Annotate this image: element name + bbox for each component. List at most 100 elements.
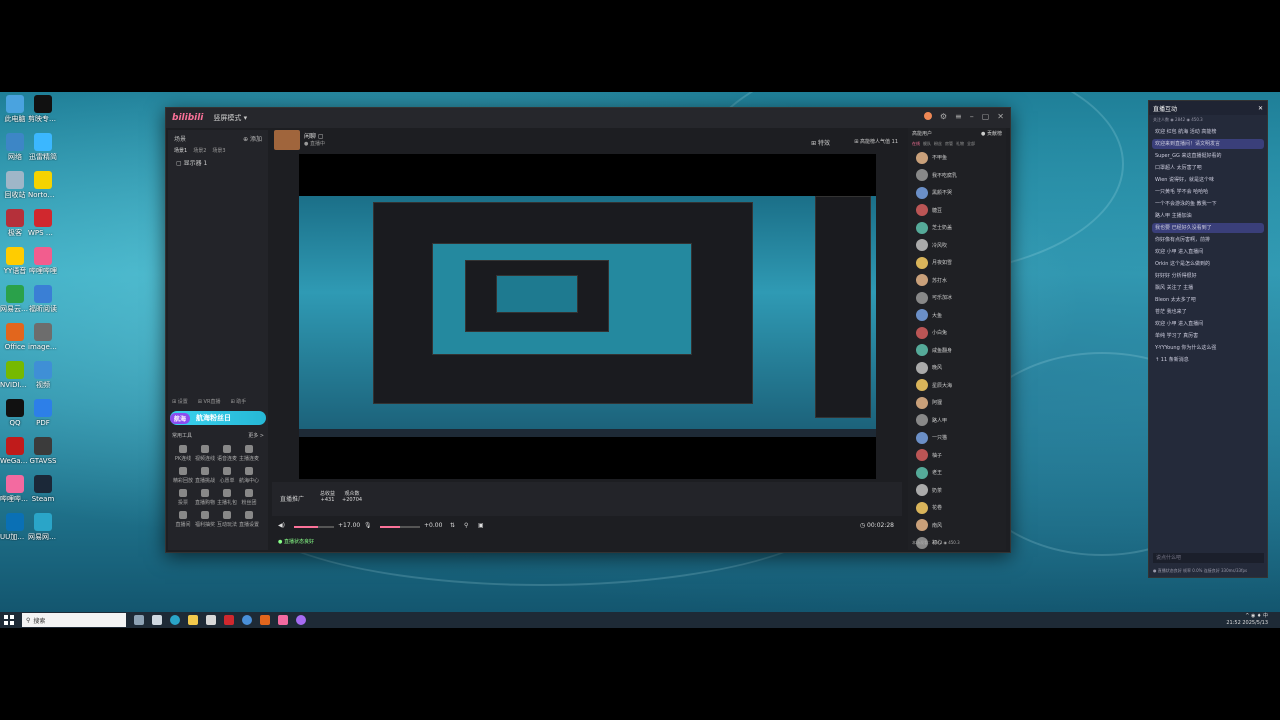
desktop-icon[interactable]: 网易云音乐 [0,285,30,313]
tool-button[interactable]: 投票 [172,486,194,508]
store-icon[interactable] [206,615,216,625]
task-view-icon[interactable] [134,615,144,625]
audience-tab[interactable]: 舰队 [923,141,931,147]
event-banner[interactable]: 航海 航海粉丝日 [170,411,266,425]
desktop-icon[interactable]: 剪映专业版 [28,95,58,123]
desktop-icon[interactable]: 此电脑 [2,95,28,123]
chat-close-icon[interactable]: ✕ [1258,105,1263,112]
audience-row[interactable]: 晚风 [908,359,1006,377]
chat-message[interactable]: Orkin 这个是怎么做到的 [1152,259,1264,269]
wps-icon[interactable] [224,615,234,625]
camera-icon[interactable]: ▣ [478,522,484,529]
chat-message[interactable]: Bleon 太太多了吧 [1152,295,1264,305]
audience-row[interactable]: 糖豆 [908,202,1006,220]
maximize-icon[interactable]: ▢ [982,112,990,121]
audience-row[interactable]: 奶茶 [908,482,1006,500]
audience-row[interactable]: 苏打水 [908,272,1006,290]
menu-icon[interactable]: ≡ [955,112,962,121]
close-icon[interactable]: ✕ [997,112,1004,121]
chat-message[interactable]: 飘风 关注了 主播 [1152,283,1264,293]
desktop-icon[interactable]: Office [2,323,28,351]
desktop-icon[interactable]: UU加速器 [0,513,30,541]
desktop-icon[interactable]: 极客 [2,209,28,237]
stream-preview[interactable] [299,154,876,479]
audience-row[interactable]: 花卷 [908,499,1006,517]
audience-row[interactable]: 月夜如雪 [908,254,1006,272]
scene-tab[interactable]: 场景2 [193,147,206,154]
audience-row[interactable]: 黑颜不哭 [908,184,1006,202]
audience-tab[interactable]: 礼物 [956,141,964,147]
chat-message[interactable]: 一个不会游泳的鱼 教我一下 [1152,199,1264,209]
desktop-icon[interactable]: 视频 [30,361,56,389]
desktop-icon[interactable]: Steam [30,475,56,503]
link-icon[interactable]: ⚲ [464,522,468,529]
chat-message[interactable]: 你好像有点厉害啊，前排 [1152,235,1264,245]
audience-tab[interactable]: 在线 [912,141,920,147]
chat-message[interactable]: ↑ 11 条新消息 [1152,355,1264,365]
tool-button[interactable]: 直播设置 [238,508,260,530]
chat-message[interactable]: Super_GG 来这直播挺好看的 [1152,151,1264,161]
taskbar-search-input[interactable]: ⚲ 搜索 [22,613,126,627]
audience-row[interactable]: 我不吃腐乳 [908,167,1006,185]
chat-message[interactable]: 好好好 分析得很好 [1152,271,1264,281]
chat-input[interactable]: 说点什么吧 [1153,553,1264,563]
scene-item[interactable]: ▢ 显示器 1 [168,154,268,171]
tool-button[interactable]: 直播间 [172,508,194,530]
edge-icon[interactable] [170,615,180,625]
chat-message[interactable]: 口罩超人 太厉害了吧 [1152,163,1264,173]
desktop-icon[interactable]: 网络 [2,133,28,161]
chat-message[interactable]: 单纯 学习了 真厉害 [1152,331,1264,341]
bilibili-icon[interactable] [278,615,288,625]
audience-row[interactable]: 路人甲 [908,412,1006,430]
mail-icon[interactable] [152,615,162,625]
mode-dropdown[interactable]: 竖屏模式 ▾ [213,113,247,123]
chat-message[interactable]: 欢迎来到直播间！请文明发言 [1152,139,1264,149]
audience-row[interactable]: 柚子 [908,447,1006,465]
audience-row[interactable]: 咸鱼翻身 [908,342,1006,360]
audience-row[interactable]: 南风 [908,517,1006,535]
desktop-volume-slider[interactable] [294,526,334,528]
tool-button[interactable]: 主播连麦 [238,442,260,464]
audience-tab[interactable]: 房管 [945,141,953,147]
desktop-icon[interactable]: 哔哩哔哩 [29,247,57,275]
audience-tab[interactable]: 粉丝 [934,141,942,147]
promo-button[interactable]: 直播推广 [280,494,304,503]
audience-row[interactable]: 小白兔 [908,324,1006,342]
scene-tab[interactable]: 场景3 [212,147,225,154]
room-title[interactable]: 闲聊 ▢ [304,131,324,140]
chat-message[interactable]: 我也要 已经好久没看到了 [1152,223,1264,233]
explorer-icon[interactable] [188,615,198,625]
settings-button[interactable]: ⊞ 设置 [172,398,188,405]
tool-button[interactable]: 直播挑战 [194,464,216,486]
chat-message[interactable]: 欢迎 小甲 进入直播间 [1152,319,1264,329]
desktop-icon[interactable]: 哔哩哔哩直播姬 [0,475,30,503]
tool-button[interactable]: 语音连麦 [216,442,238,464]
speaker-icon[interactable]: ◀) [278,522,285,529]
tool-button[interactable]: 心愿单 [216,464,238,486]
chat-message[interactable]: Wien 说得好，就是这个味 [1152,175,1264,185]
room-cover-thumbnail[interactable] [274,130,300,150]
desktop-icon[interactable]: 回收站 [2,171,28,199]
user-avatar-icon[interactable] [923,112,932,120]
tool-button[interactable]: 互动玩法 [216,508,238,530]
desktop-icon[interactable]: YY语音 [2,247,28,275]
audience-row[interactable]: 老王 [908,464,1006,482]
tool-button[interactable]: 福利抽奖 [194,508,216,530]
tool-button[interactable]: 精彩回放 [172,464,194,486]
desktop-icon[interactable]: PDF [30,399,56,427]
desktop-icon[interactable]: GTAVSS [30,437,56,465]
vr-live-button[interactable]: ⊞ VR直播 [198,398,221,405]
desktop-icon[interactable]: Norton 360 for Gamers [28,171,58,199]
minimize-icon[interactable]: – [970,112,974,121]
desktop-icon[interactable]: 迅雷精简 [29,133,57,161]
mic-volume-slider[interactable] [380,526,420,528]
audience-count[interactable]: ● 贡献榜 [981,130,1002,137]
chat-message[interactable]: 苍茫 我也来了 [1152,307,1264,317]
effects-button[interactable]: ⊞ 特效 [811,138,830,147]
chrome-icon[interactable] [242,615,252,625]
tool-button[interactable]: 航海中心 [238,464,260,486]
tool-button[interactable]: 视频连线 [194,442,216,464]
add-scene-button[interactable]: ⊕ 添加 [243,134,262,143]
audience-tab[interactable]: 全部 [967,141,975,147]
settings-icon[interactable]: ⚙ [940,112,947,121]
